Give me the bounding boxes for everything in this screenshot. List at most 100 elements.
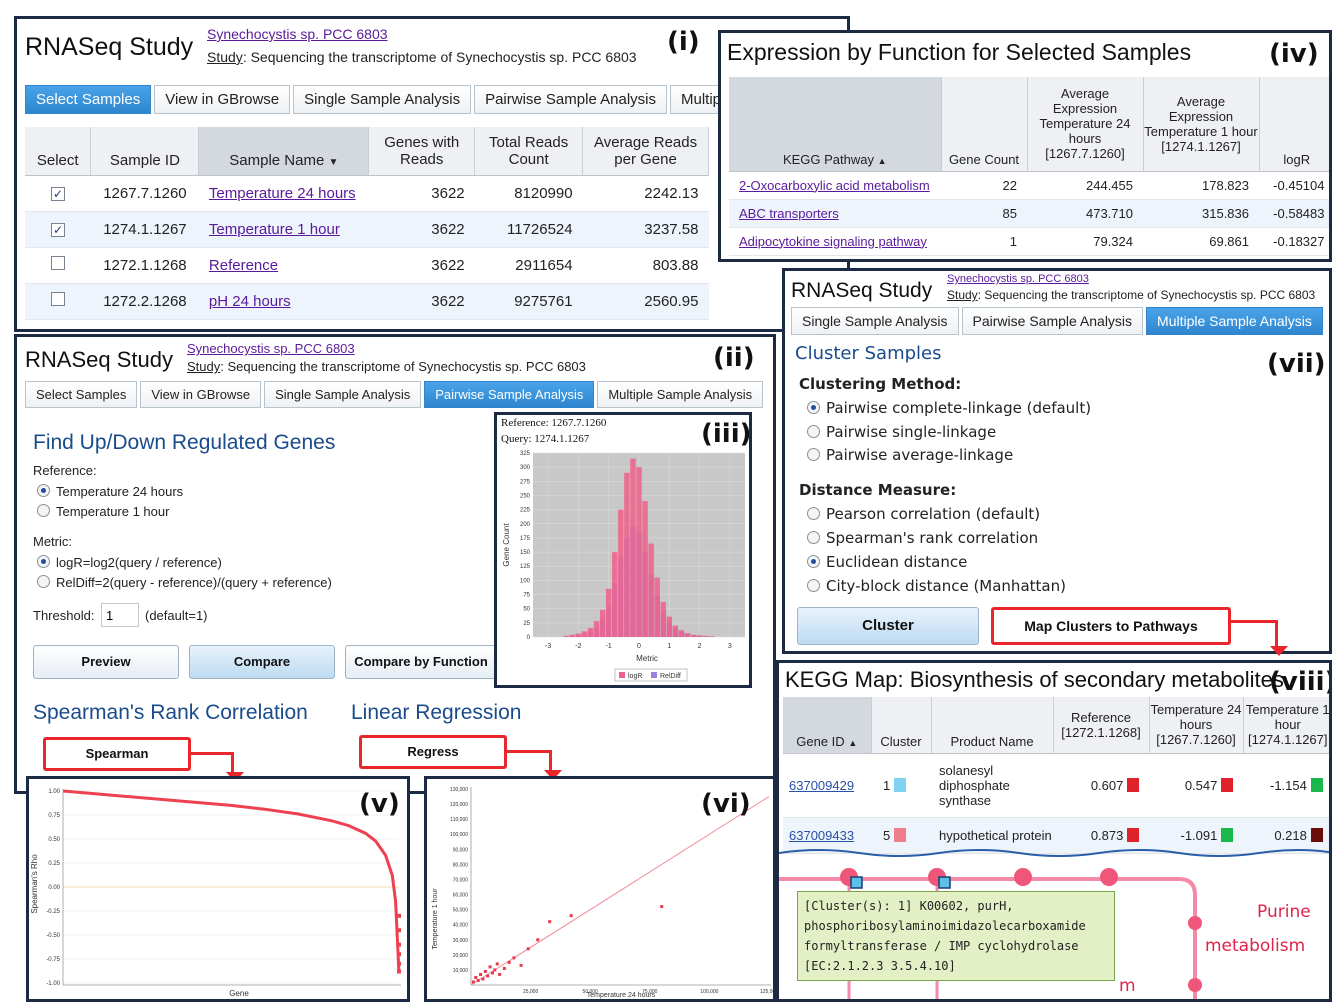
tab-view-in-gbrowse[interactable]: View in GBrowse bbox=[140, 381, 262, 408]
sample-name-link[interactable]: Temperature 24 hours bbox=[209, 185, 356, 202]
spearman-button[interactable]: Spearman bbox=[43, 737, 191, 771]
col-gene-count[interactable]: Gene Count bbox=[941, 77, 1028, 172]
tab-select-samples[interactable]: Select Samples bbox=[25, 381, 138, 408]
option-label: Euclidean distance bbox=[826, 553, 968, 571]
sample-id: 1274.1.1267 bbox=[90, 211, 199, 248]
sample-name-link[interactable]: Temperature 1 hour bbox=[209, 221, 340, 238]
tab-multiple-sample-analysis[interactable]: Multiple Sample Analysis bbox=[597, 381, 764, 408]
col-product-name[interactable]: Product Name bbox=[931, 697, 1054, 754]
col-logr[interactable]: logR bbox=[1259, 77, 1329, 172]
row-checkbox[interactable] bbox=[50, 256, 65, 270]
organism-link[interactable]: Synechocystis sp. PCC 6803 bbox=[187, 341, 355, 356]
option-label: City-block distance (Manhattan) bbox=[826, 577, 1066, 595]
tab-single-sample-analysis[interactable]: Single Sample Analysis bbox=[264, 381, 422, 408]
avg-reads: 2560.95 bbox=[582, 283, 709, 320]
method-average-linkage[interactable]: Pairwise average-linkage bbox=[807, 446, 1013, 464]
col-cluster[interactable]: Cluster bbox=[871, 697, 932, 754]
metric-option-logr[interactable]: logR=log2(query / reference) bbox=[37, 555, 222, 570]
scatter-point bbox=[660, 905, 664, 909]
tab-view-in-gbrowse[interactable]: View in GBrowse bbox=[154, 85, 291, 114]
col-gene-id[interactable]: Gene ID ▲ bbox=[783, 697, 872, 754]
sample-id: 1272.1.1268 bbox=[90, 247, 199, 284]
y-tick-label: 0.25 bbox=[48, 861, 60, 867]
spearman-heading: Spearman's Rank Correlation bbox=[33, 701, 308, 724]
panel-label-iv: (iv) bbox=[1269, 39, 1319, 69]
col-reference[interactable]: Reference [1272.1.1268] bbox=[1053, 697, 1150, 754]
histogram-bar-logr bbox=[599, 609, 606, 637]
col-avg-expr-24h[interactable]: Average Expression Temperature 24 hours … bbox=[1027, 77, 1144, 172]
threshold-input[interactable] bbox=[101, 603, 139, 627]
logr-value: -0.58483 bbox=[1259, 199, 1329, 228]
col-kegg-pathway[interactable]: KEGG Pathway ▲ bbox=[729, 77, 942, 172]
compare-by-function-button[interactable]: Compare by Function bbox=[345, 645, 497, 679]
row-checkbox[interactable]: ✓ bbox=[50, 186, 65, 201]
col-avg-reads[interactable]: Average Reads per Gene bbox=[582, 127, 709, 176]
pathway-link[interactable]: Adipocytokine signaling pathway bbox=[739, 234, 927, 249]
x-axis-label: Metric bbox=[636, 654, 658, 663]
legend-logr: logR bbox=[628, 673, 642, 680]
compound-node bbox=[1014, 868, 1032, 886]
tab-pairwise-sample-analysis[interactable]: Pairwise Sample Analysis bbox=[961, 307, 1144, 335]
metric-option-reldiff[interactable]: RelDiff=2(query - reference)/(query + re… bbox=[37, 575, 332, 590]
radio-icon bbox=[807, 579, 820, 592]
tab-bar: Single Sample Analysis Pairwise Sample A… bbox=[791, 307, 1323, 335]
col-temp-1h[interactable]: Temperature 1 hour [1274.1.1267] bbox=[1243, 697, 1329, 754]
distance-euclidean[interactable]: Euclidean distance bbox=[807, 553, 967, 571]
row-checkbox[interactable]: ✓ bbox=[50, 222, 65, 237]
sample-name-link[interactable]: Reference bbox=[209, 257, 278, 274]
sort-asc-icon: ▲ bbox=[877, 155, 887, 166]
panel-label-v: (v) bbox=[359, 789, 400, 819]
regression-line bbox=[470, 796, 770, 986]
reference-option-24h[interactable]: Temperature 24 hours bbox=[37, 484, 183, 499]
histogram-bar-logr bbox=[605, 588, 612, 637]
col-temp-24h[interactable]: Temperature 24 hours [1267.7.1260] bbox=[1149, 697, 1244, 754]
preview-button[interactable]: Preview bbox=[33, 645, 179, 679]
histogram-bar-logr bbox=[593, 621, 600, 637]
tab-select-samples[interactable]: Select Samples bbox=[25, 85, 152, 114]
col-sample-name-label: Sample Name bbox=[229, 151, 325, 169]
tab-single-sample-analysis[interactable]: Single Sample Analysis bbox=[293, 85, 472, 114]
pathway-link[interactable]: ABC transporters bbox=[739, 206, 839, 221]
map-clusters-button[interactable]: Map Clusters to Pathways bbox=[991, 607, 1231, 645]
histogram-bar-logr bbox=[618, 509, 624, 637]
sample-name-link[interactable]: pH 24 hours bbox=[209, 293, 291, 310]
col-sample-name[interactable]: Sample Name ▼ bbox=[198, 127, 370, 176]
col-genes-with-reads[interactable]: Genes with Reads bbox=[368, 127, 476, 176]
distance-pearson[interactable]: Pearson correlation (default) bbox=[807, 505, 1040, 523]
radio-selected-icon bbox=[37, 555, 50, 568]
tab-pairwise-sample-analysis[interactable]: Pairwise Sample Analysis bbox=[424, 381, 595, 408]
arrow-map-clusters bbox=[1230, 620, 1278, 648]
panel-label-ii: (ii) bbox=[713, 343, 755, 373]
y-tick-label: 20,000 bbox=[453, 953, 469, 959]
tab-single-sample-analysis[interactable]: Single Sample Analysis bbox=[791, 307, 959, 335]
row-checkbox[interactable] bbox=[50, 292, 65, 306]
distance-cityblock[interactable]: City-block distance (Manhattan) bbox=[807, 577, 1066, 595]
tab-multiple-sample-analysis[interactable]: Multiple Sample Analysis bbox=[1146, 307, 1323, 335]
panel-label-viii: (viii) bbox=[1269, 667, 1332, 697]
histogram-bar-logr bbox=[642, 501, 648, 637]
method-complete-linkage[interactable]: Pairwise complete-linkage (default) bbox=[807, 399, 1091, 417]
option-label: Pairwise complete-linkage (default) bbox=[826, 399, 1092, 417]
compare-button[interactable]: Compare bbox=[189, 645, 335, 679]
organism-link[interactable]: Synechocystis sp. PCC 6803 bbox=[207, 26, 388, 42]
organism-link[interactable]: Synechocystis sp. PCC 6803 bbox=[947, 273, 1089, 285]
method-single-linkage[interactable]: Pairwise single-linkage bbox=[807, 423, 996, 441]
rho-curve bbox=[62, 789, 401, 974]
col-total-reads[interactable]: Total Reads Count bbox=[474, 127, 584, 176]
regress-button[interactable]: Regress bbox=[359, 735, 507, 769]
y-tick-label: 325 bbox=[520, 451, 531, 457]
distance-spearman[interactable]: Spearman's rank correlation bbox=[807, 529, 1038, 547]
tab-pairwise-sample-analysis[interactable]: Pairwise Sample Analysis bbox=[474, 85, 667, 114]
cluster-number: 1 bbox=[883, 777, 891, 793]
histogram-bar-logr bbox=[624, 472, 630, 637]
find-regulated-heading: Find Up/Down Regulated Genes bbox=[33, 431, 336, 454]
y-tick-label: 0.50 bbox=[48, 837, 60, 843]
gene-id-link[interactable]: 637009429 bbox=[789, 778, 854, 793]
gene-id-link[interactable]: 637009433 bbox=[789, 828, 854, 843]
reference-option-1h[interactable]: Temperature 1 hour bbox=[37, 504, 169, 519]
pathway-link[interactable]: 2-Oxocarboxylic acid metabolism bbox=[739, 178, 930, 193]
cluster-button[interactable]: Cluster bbox=[797, 607, 979, 645]
col-sample-id[interactable]: Sample ID bbox=[90, 127, 200, 176]
histogram-bar-logr bbox=[708, 636, 715, 637]
col-avg-expr-1h[interactable]: Average Expression Temperature 1 hour [1… bbox=[1143, 77, 1260, 172]
